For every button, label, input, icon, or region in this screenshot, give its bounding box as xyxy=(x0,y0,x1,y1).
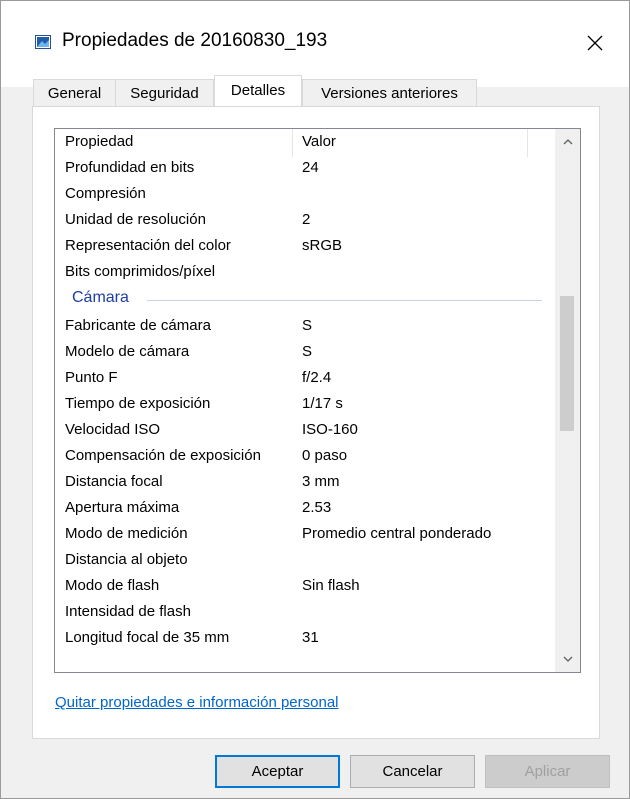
close-button[interactable] xyxy=(575,23,615,63)
tab-versiones-anteriores[interactable]: Versiones anteriores xyxy=(302,79,477,106)
list-item[interactable]: Fabricante de cámara S xyxy=(55,313,555,339)
property-value: 0 paso xyxy=(302,447,348,464)
property-value: 2 xyxy=(302,211,311,228)
title-bar: Propiedades de 20160830_193 xyxy=(1,1,629,87)
window-title: Propiedades de 20160830_193 xyxy=(62,30,328,51)
property-name: Punto F xyxy=(65,369,118,386)
column-divider[interactable] xyxy=(292,129,293,157)
property-value: Promedio central ponderado xyxy=(302,525,492,542)
details-panel: Propiedad Valor Profundidad en bits 24 C… xyxy=(32,106,600,739)
list-item[interactable]: Unidad de resolución 2 xyxy=(55,207,555,233)
column-header-property[interactable]: Propiedad xyxy=(65,129,133,155)
property-name: Compensación de exposición xyxy=(65,447,261,464)
property-name: Modo de flash xyxy=(65,577,160,594)
list-item[interactable]: Intensidad de flash xyxy=(55,599,555,625)
scroll-thumb[interactable] xyxy=(560,296,574,431)
tab-detalles[interactable]: Detalles xyxy=(214,75,302,107)
property-name: Modo de medición xyxy=(65,525,188,542)
list-item[interactable]: Tiempo de exposición 1/17 s xyxy=(55,391,555,417)
property-name: Modelo de cámara xyxy=(65,343,190,360)
image-file-icon xyxy=(35,35,51,49)
property-name: Tiempo de exposición xyxy=(65,395,211,412)
list-item[interactable]: Distancia al objeto xyxy=(55,547,555,573)
scroll-down-button[interactable] xyxy=(555,646,580,672)
list-item[interactable]: Representación del color sRGB xyxy=(55,233,555,259)
property-name: Distancia focal xyxy=(65,473,163,490)
list-item[interactable]: Compresión xyxy=(55,181,555,207)
list-item[interactable]: Modo de medición Promedio central ponder… xyxy=(55,521,555,547)
vertical-scrollbar[interactable] xyxy=(555,129,580,672)
property-value: S xyxy=(302,317,313,334)
property-name: Compresión xyxy=(65,185,146,202)
property-name: Fabricante de cámara xyxy=(65,317,211,334)
property-value: S xyxy=(302,343,313,360)
property-name: Representación del color xyxy=(65,237,231,254)
list-item[interactable]: Bits comprimidos/píxel xyxy=(55,259,555,285)
list-item[interactable]: Compensación de exposición 0 paso xyxy=(55,443,555,469)
property-value: f/2.4 xyxy=(302,369,332,386)
property-name: Unidad de resolución xyxy=(65,211,206,228)
property-value: 1/17 s xyxy=(302,395,343,412)
property-list[interactable]: Propiedad Valor Profundidad en bits 24 C… xyxy=(54,128,581,673)
apply-button[interactable]: Aplicar xyxy=(485,755,610,788)
ok-button[interactable]: Aceptar xyxy=(215,755,340,788)
tab-general[interactable]: General xyxy=(33,79,116,106)
group-label: Cámara xyxy=(72,289,129,306)
property-value: 2.53 xyxy=(302,499,332,516)
property-value: ISO-160 xyxy=(302,421,358,438)
list-item[interactable]: Longitud focal de 35 mm 31 xyxy=(55,625,555,651)
property-name: Profundidad en bits xyxy=(65,159,195,176)
cancel-button[interactable]: Cancelar xyxy=(350,755,475,788)
property-name: Distancia al objeto xyxy=(65,551,188,568)
list-item[interactable]: Velocidad ISO ISO-160 xyxy=(55,417,555,443)
property-value: Sin flash xyxy=(302,577,360,594)
group-header-camara: Cámara xyxy=(55,287,555,313)
list-item[interactable]: Apertura máxima 2.53 xyxy=(55,495,555,521)
list-item[interactable]: Profundidad en bits 24 xyxy=(55,155,555,181)
list-item[interactable]: Distancia focal 3 mm xyxy=(55,469,555,495)
property-name: Apertura máxima xyxy=(65,499,180,516)
group-divider xyxy=(147,300,542,301)
property-value: 31 xyxy=(302,629,319,646)
close-icon xyxy=(587,35,603,51)
list-item[interactable]: Modelo de cámara S xyxy=(55,339,555,365)
remove-properties-link[interactable]: Quitar propiedades e información persona… xyxy=(55,694,339,711)
column-header-value[interactable]: Valor xyxy=(302,129,336,155)
property-value: 3 mm xyxy=(302,473,340,490)
property-name: Bits comprimidos/píxel xyxy=(65,263,216,280)
list-item[interactable]: Modo de flash Sin flash xyxy=(55,573,555,599)
scroll-up-button[interactable] xyxy=(555,129,580,155)
property-name: Velocidad ISO xyxy=(65,421,161,438)
column-divider[interactable] xyxy=(527,129,528,157)
list-item[interactable]: Punto F f/2.4 xyxy=(55,365,555,391)
chevron-up-icon xyxy=(563,139,572,145)
property-value: 24 xyxy=(302,159,319,176)
tab-seguridad[interactable]: Seguridad xyxy=(115,79,214,106)
property-name: Longitud focal de 35 mm xyxy=(65,629,230,646)
property-name: Intensidad de flash xyxy=(65,603,191,620)
properties-dialog: Propiedades de 20160830_193 General Segu… xyxy=(0,0,630,799)
chevron-down-icon xyxy=(563,656,572,662)
property-value: sRGB xyxy=(302,237,343,254)
list-header: Propiedad Valor xyxy=(55,129,555,155)
